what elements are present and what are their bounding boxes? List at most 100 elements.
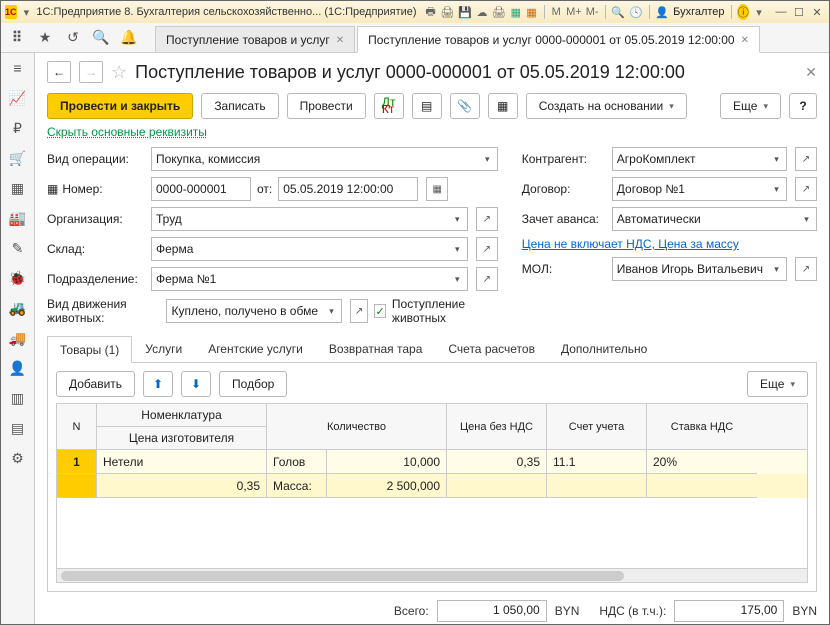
cell-price[interactable]: 0,35 — [447, 450, 547, 474]
add-row-button[interactable]: Добавить — [56, 371, 135, 397]
nav-back-button[interactable]: ← — [47, 61, 71, 83]
bell-icon[interactable]: 🔔 — [119, 28, 139, 48]
sidebar-truck-icon[interactable]: 🚚 — [9, 329, 27, 347]
m-icon[interactable]: M — [550, 4, 562, 20]
tab-goods[interactable]: Товары (1) — [47, 336, 132, 363]
cloud-icon[interactable]: ☁ — [476, 4, 488, 20]
tab-accounts[interactable]: Счета расчетов — [435, 335, 548, 362]
create-based-button[interactable]: Создать на основании — [526, 93, 687, 119]
chevron-down-icon[interactable]: ▾ — [478, 147, 498, 171]
tab-close-icon[interactable]: ✕ — [336, 35, 344, 46]
cell-vat[interactable]: 20% — [647, 450, 757, 474]
cell-nom-sub[interactable]: 0,35 — [97, 474, 267, 498]
open-button[interactable]: ↗ — [795, 257, 817, 281]
dropdown-icon[interactable]: ▾ — [21, 4, 33, 20]
tab-close-icon[interactable]: ✕ — [741, 35, 749, 46]
open-button[interactable]: ↗ — [795, 147, 817, 171]
help-button[interactable]: ? — [789, 93, 817, 119]
table-row[interactable]: 1 Нетели Голов 10,000 0,35 11.1 20% — [57, 450, 807, 474]
info-icon[interactable]: ⓘ — [737, 4, 749, 20]
sidebar-ruble-icon[interactable]: ₽ — [9, 119, 27, 137]
clock-icon[interactable]: 🕓 — [629, 4, 643, 20]
sidebar-warehouse-icon[interactable]: ▦ — [9, 179, 27, 197]
open-button[interactable]: ↗ — [476, 237, 498, 261]
mol-combo[interactable]: Иванов Игорь Витальевич ▾ — [612, 257, 787, 281]
calc-icon[interactable]: ▦ — [510, 4, 522, 20]
sidebar-cart-icon[interactable]: 🛒 — [9, 149, 27, 167]
doc-icon-button[interactable]: ▤ — [412, 93, 442, 119]
m-minus-icon[interactable]: M- — [586, 4, 599, 20]
op-combo[interactable]: Покупка, комиссия ▾ — [151, 147, 498, 171]
favorite-toggle[interactable]: ☆ — [111, 62, 127, 83]
cell-nom[interactable]: Нетели — [97, 450, 267, 474]
post-and-close-button[interactable]: Провести и закрыть — [47, 93, 193, 119]
sidebar-menu-icon[interactable]: ≡ — [9, 59, 27, 77]
maximize-button[interactable]: ☐ — [791, 5, 807, 19]
toggle-props-link[interactable]: Скрыть основные реквизиты — [47, 125, 207, 139]
apps-icon[interactable]: ⠿ — [7, 28, 27, 48]
document-close-icon[interactable]: ✕ — [805, 64, 817, 81]
num-input[interactable]: 0000-000001 — [151, 177, 251, 201]
history-icon[interactable]: ↺ — [63, 28, 83, 48]
date-input[interactable]: 05.05.2019 12:00:00 — [278, 177, 418, 201]
animals-checkbox[interactable] — [374, 304, 386, 318]
sidebar-gear-icon[interactable]: ⚙ — [9, 449, 27, 467]
dtkt-button[interactable]: ДтКт — [374, 93, 404, 119]
chevron-down-icon[interactable]: ▾ — [767, 177, 787, 201]
chevron-down-icon[interactable]: ▾ — [797, 207, 817, 231]
sidebar-feather-icon[interactable]: ✎ — [9, 239, 27, 257]
chevron-down-icon[interactable]: ▾ — [767, 257, 787, 281]
print-preview-icon[interactable]: 🖶 — [425, 4, 437, 20]
post-button[interactable]: Провести — [287, 93, 366, 119]
zoom-icon[interactable]: 🔍 — [611, 4, 625, 20]
sidebar-tractor-icon[interactable]: 🚜 — [9, 299, 27, 317]
favorite-icon[interactable]: ★ — [35, 28, 55, 48]
org-combo[interactable]: Труд ▾ — [151, 207, 468, 231]
open-button[interactable]: ↗ — [795, 177, 817, 201]
sidebar-chart-icon[interactable]: 📈 — [9, 89, 27, 107]
contract-combo[interactable]: Договор №1 ▾ — [612, 177, 787, 201]
structure-button[interactable]: ▦ — [488, 93, 518, 119]
calendar-button[interactable]: ▦ — [426, 177, 448, 201]
more-button[interactable]: Еще — [720, 93, 781, 119]
sidebar-person-icon[interactable]: 👤 — [9, 359, 27, 377]
calendar-icon[interactable]: ▦ — [526, 4, 538, 20]
h-scrollbar[interactable] — [57, 568, 807, 582]
sidebar-bars-icon[interactable]: ▥ — [9, 389, 27, 407]
save-button[interactable]: Записать — [201, 93, 278, 119]
open-button[interactable]: ↗ — [350, 299, 368, 323]
dep-combo[interactable]: Ферма №1 ▾ — [151, 267, 468, 291]
tab-doc-current[interactable]: Поступление товаров и услуг 0000-000001 … — [357, 26, 760, 53]
cell-qty-val[interactable]: 10,000 — [327, 450, 447, 474]
chevron-down-icon[interactable]: ▾ — [448, 237, 468, 261]
store-combo[interactable]: Ферма ▾ — [151, 237, 468, 261]
printer2-icon[interactable]: 🖨 — [492, 4, 506, 20]
info-drop-icon[interactable]: ▾ — [753, 4, 765, 20]
minimize-button[interactable]: — — [773, 5, 789, 19]
save-icon[interactable]: 💾 — [458, 4, 472, 20]
tab-agent[interactable]: Агентские услуги — [195, 335, 316, 362]
cell-acc[interactable]: 11.1 — [547, 450, 647, 474]
nav-fwd-button[interactable]: → — [79, 61, 103, 83]
m-plus-icon[interactable]: M+ — [566, 4, 582, 20]
tab-tare[interactable]: Возвратная тара — [316, 335, 436, 362]
tab-services[interactable]: Услуги — [132, 335, 195, 362]
chevron-down-icon[interactable]: ▾ — [767, 147, 787, 171]
sidebar-bug-icon[interactable]: 🐞 — [9, 269, 27, 287]
move-down-button[interactable]: ⬇ — [181, 371, 211, 397]
mov-combo[interactable]: Куплено, получено в обме ▾ — [166, 299, 342, 323]
tab-doc-list[interactable]: Поступление товаров и услуг ✕ — [155, 26, 355, 52]
sidebar-factory-icon[interactable]: 🏭 — [9, 209, 27, 227]
search-icon[interactable]: 🔍 — [91, 28, 111, 48]
price-settings-link[interactable]: Цена не включает НДС, Цена за массу — [522, 237, 739, 251]
attach-button[interactable]: 📎 — [450, 93, 480, 119]
move-up-button[interactable]: ⬆ — [143, 371, 173, 397]
print-icon[interactable]: 🖨 — [440, 4, 454, 20]
cell-mass-val[interactable]: 2 500,000 — [327, 474, 447, 498]
open-button[interactable]: ↗ — [476, 267, 498, 291]
chevron-down-icon[interactable]: ▾ — [448, 267, 468, 291]
chevron-down-icon[interactable]: ▾ — [322, 299, 342, 323]
tab-extra[interactable]: Дополнительно — [548, 335, 660, 362]
table-row-sub[interactable]: 0,35 Масса: 2 500,000 — [57, 474, 807, 498]
close-button[interactable]: ✕ — [809, 5, 825, 19]
